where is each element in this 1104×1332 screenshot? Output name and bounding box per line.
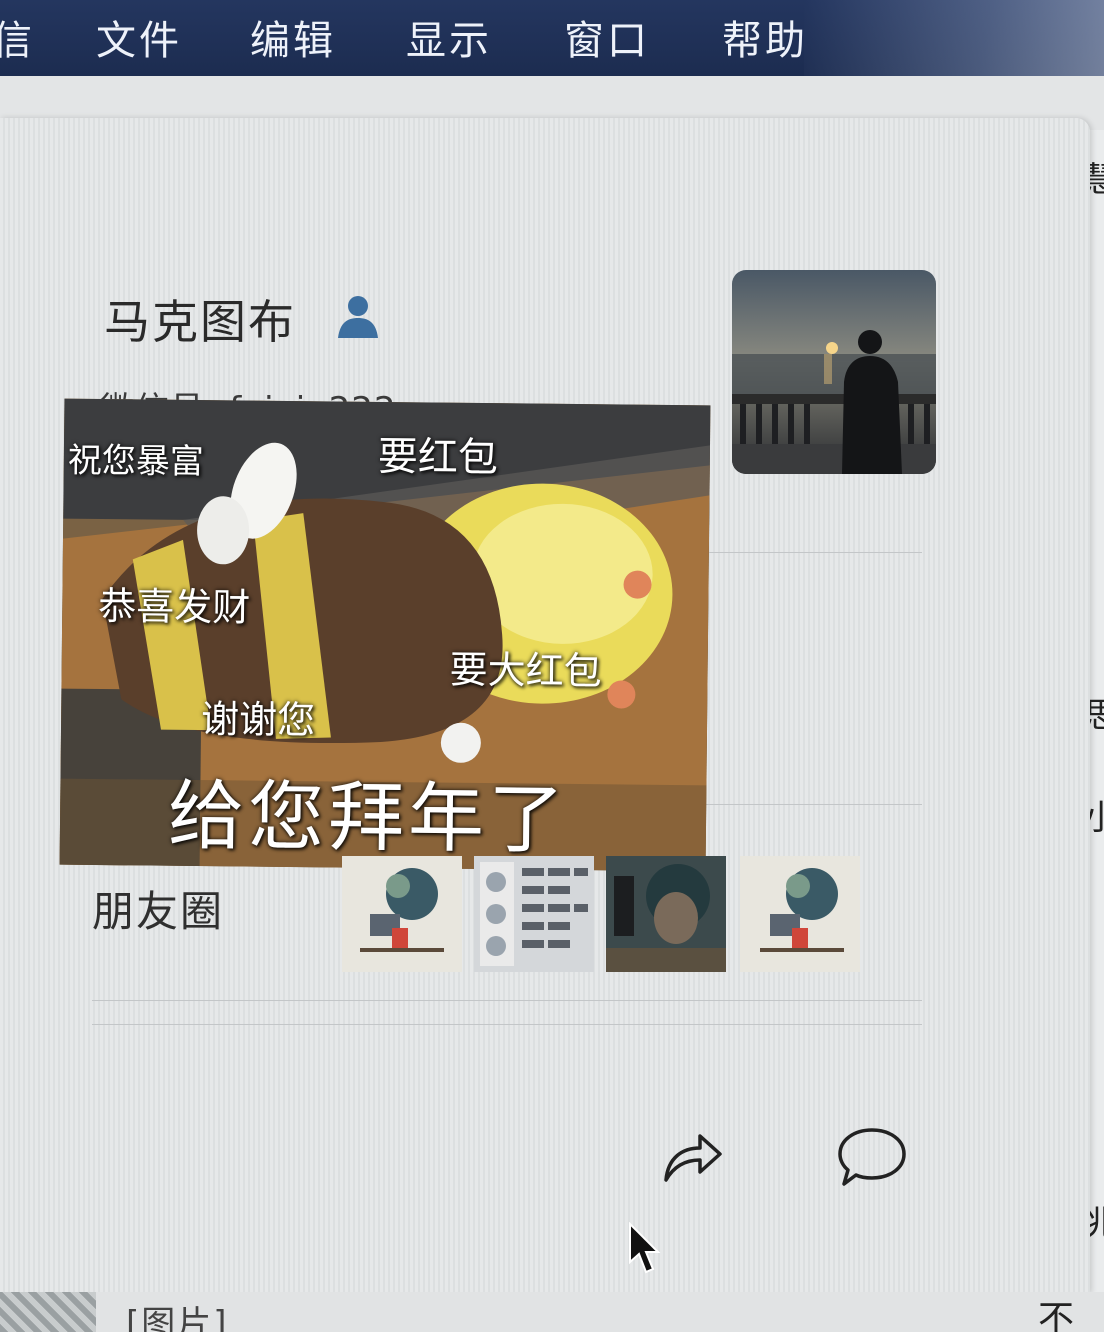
sticker-caption-new-year: 给您拜年了 <box>167 770 569 864</box>
sticker-caption-rich: 祝您暴富 <box>67 440 205 483</box>
screen: 信 文件 编辑 显示 窗口 帮助 慧 思 小 兆 马克图布 微信号: feixi… <box>0 0 1104 1332</box>
moments-thumbnail[interactable] <box>606 856 726 972</box>
sticker-caption-big-red-envelope: 要大红包 <box>449 647 602 694</box>
menu-item-file[interactable]: 文件 <box>96 8 182 66</box>
chat-preview-thumbnail <box>0 1292 96 1332</box>
profile-name: 马克图布 <box>104 295 296 349</box>
menu-item-view[interactable]: 显示 <box>406 8 492 66</box>
moments-thumbnail[interactable] <box>474 856 594 972</box>
mouse-cursor-icon <box>629 1222 661 1274</box>
menu-item-help[interactable]: 帮助 <box>722 8 808 66</box>
moments-thumbnail[interactable] <box>740 856 860 972</box>
sticker-caption-fortune: 恭喜发财 <box>98 583 251 630</box>
section-divider <box>92 1000 922 1001</box>
menu-item-app[interactable]: 信 <box>0 8 35 66</box>
sticker-caption-thanks: 谢谢您 <box>200 697 316 743</box>
chat-preview-text: [图片] <box>126 1304 229 1332</box>
menu-bar: 信 文件 编辑 显示 窗口 帮助 <box>0 0 1104 76</box>
sticker-image: 祝您暴富 要红包 恭喜发财 要大红包 谢谢您 给您拜年了 <box>59 398 711 872</box>
moments-label[interactable]: 朋友圈 <box>92 878 224 939</box>
person-icon <box>338 296 378 338</box>
avatar[interactable] <box>732 270 936 474</box>
menu-item-window[interactable]: 窗口 <box>564 8 650 66</box>
moments-thumbnail[interactable] <box>342 856 462 972</box>
share-arrow-icon[interactable] <box>660 1124 724 1186</box>
sticker-caption-red-envelope: 要红包 <box>377 433 499 482</box>
chat-preview-right-text: 不行 <box>1038 1299 1075 1332</box>
section-divider <box>92 1024 922 1025</box>
chat-bubble-icon[interactable] <box>836 1124 908 1188</box>
menu-item-edit[interactable]: 编辑 <box>250 8 336 66</box>
screen-glare <box>804 0 1104 76</box>
